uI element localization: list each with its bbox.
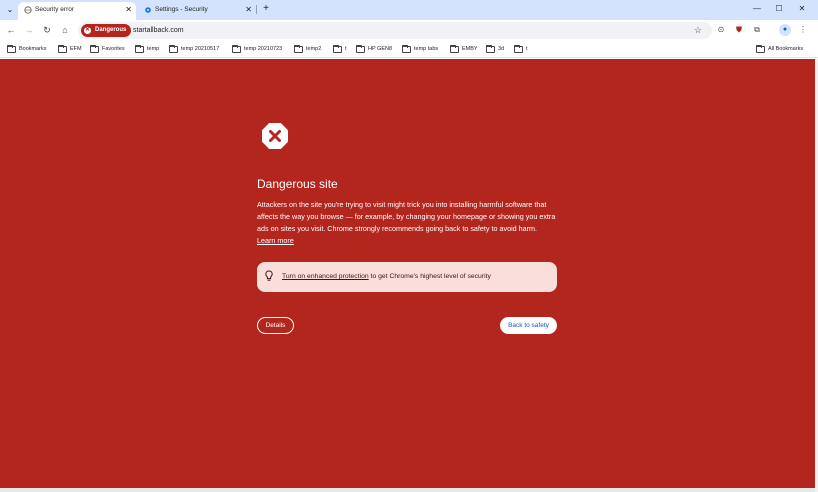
bookmark-label: Bookmarks — [19, 46, 47, 52]
all-bookmarks-folder[interactable]: All Bookmarks — [756, 44, 803, 55]
back-button[interactable]: ← — [4, 23, 18, 37]
warning-body: Attackers on the site you're trying to v… — [257, 200, 556, 233]
security-status-chip[interactable]: ✕ Dangerous — [81, 24, 132, 37]
url-text[interactable]: startallback.com — [133, 22, 184, 39]
learn-more-link[interactable]: Learn more — [257, 236, 294, 245]
home-button[interactable]: ⌂ — [58, 23, 72, 37]
folder-icon — [294, 45, 303, 53]
bookmark-folder[interactable]: temp2 — [294, 44, 321, 55]
minimize-button[interactable]: — — [750, 2, 764, 16]
bookmark-folder[interactable]: temp 20210723 — [232, 44, 282, 55]
bookmark-label: temp — [147, 46, 160, 52]
menu-button[interactable]: ⋮ — [796, 23, 810, 37]
security-status-label: Dangerous — [95, 27, 127, 33]
bookmark-folder[interactable]: t — [333, 44, 347, 55]
bookmark-folder[interactable]: temp 20210517 — [169, 44, 219, 55]
shield-icon[interactable]: ⛊ — [732, 23, 746, 37]
address-bar[interactable]: ✕ Dangerous startallback.com ☆ — [78, 22, 712, 39]
folder-icon — [486, 45, 495, 53]
bookmark-label: EFM — [70, 46, 82, 52]
window-edge-bottom — [0, 488, 815, 492]
new-tab-button[interactable]: + — [260, 2, 272, 16]
tab-settings-security[interactable]: Settings - Security ✕ — [138, 2, 256, 20]
bookmark-folder[interactable]: EMBY — [450, 44, 478, 55]
bookmark-folder[interactable]: 3d — [486, 44, 504, 55]
folder-icon — [58, 45, 67, 53]
bookmark-label: temp 20210517 — [181, 46, 220, 52]
callout-rest: to get Chrome's highest level of securit… — [368, 273, 491, 280]
folder-icon — [232, 45, 241, 53]
extensions-puzzle-icon[interactable]: ⧉ — [750, 23, 764, 37]
enhanced-protection-link[interactable]: Turn on enhanced protection — [282, 273, 369, 280]
bookmark-folder[interactable]: HP GEN8 — [356, 44, 392, 55]
danger-stop-icon — [262, 123, 288, 149]
bookmark-label: t — [526, 46, 528, 52]
folder-icon — [333, 45, 342, 53]
folder-icon — [450, 45, 459, 53]
bookmark-label: t — [345, 46, 347, 52]
folder-icon — [356, 45, 365, 53]
forward-button[interactable]: → — [22, 23, 36, 37]
bookmark-label: EMBY — [462, 46, 478, 52]
lightbulb-icon — [265, 270, 273, 281]
bookmark-folder[interactable]: temp tabs — [402, 44, 438, 55]
bookmark-label: temp2 — [306, 46, 322, 52]
bookmark-star-icon[interactable]: ☆ — [694, 22, 702, 39]
tab-security-error[interactable]: Security error ✕ — [18, 2, 136, 20]
back-to-safety-button[interactable]: Back to safety — [500, 317, 557, 334]
bookmark-label: Favorites — [102, 46, 125, 52]
tab-divider — [256, 5, 257, 14]
bookmark-folder[interactable]: temp — [135, 44, 159, 55]
bookmark-folder[interactable]: t — [514, 44, 528, 55]
extension-icon[interactable]: ⊙ — [714, 23, 728, 37]
close-tab-icon[interactable]: ✕ — [245, 2, 252, 17]
bookmark-folder[interactable]: EFM — [58, 44, 82, 55]
enhanced-protection-callout: Turn on enhanced protection to get Chrom… — [257, 262, 557, 292]
tab-title: Security error — [35, 6, 75, 13]
close-tab-icon[interactable]: ✕ — [125, 2, 132, 17]
folder-icon — [402, 45, 411, 53]
bookmark-label: 3d — [498, 46, 505, 52]
danger-icon: ✕ — [84, 27, 91, 34]
callout-text: Turn on enhanced protection to get Chrom… — [282, 262, 491, 292]
bookmark-label: HP GEN8 — [368, 46, 393, 52]
folder-icon — [514, 45, 523, 53]
profile-avatar[interactable]: ● — [779, 24, 791, 36]
folder-icon — [7, 45, 16, 53]
page-title: Dangerous site — [257, 177, 338, 191]
gear-icon — [145, 7, 151, 13]
close-window-button[interactable]: ✕ — [795, 2, 809, 16]
details-button[interactable]: Details — [257, 317, 294, 334]
folder-icon — [756, 45, 765, 53]
bookmark-label: temp tabs — [414, 46, 439, 52]
bookmark-folder[interactable]: Favorites — [90, 44, 125, 55]
maximize-button[interactable]: ☐ — [772, 2, 786, 16]
bookmark-folder[interactable]: Bookmarks — [7, 44, 47, 55]
bookmarks-bar: Bookmarks EFM Favorites temp temp 202105… — [0, 41, 818, 58]
folder-icon — [90, 45, 99, 53]
tab-strip: ⌄ Security error ✕ Settings - Security ✕… — [0, 0, 818, 20]
bookmark-label: All Bookmarks — [768, 46, 804, 52]
toolbar: ← → ↻ ⌂ ✕ Dangerous startallback.com ☆ ⊙… — [0, 20, 818, 41]
folder-icon — [169, 45, 178, 53]
folder-icon — [135, 45, 144, 53]
tab-title: Settings - Security — [155, 6, 208, 13]
bookmark-label: temp 20210723 — [244, 46, 283, 52]
tab-search-chevron-icon[interactable]: ⌄ — [4, 3, 16, 17]
globe-icon — [24, 6, 32, 14]
warning-description: Attackers on the site you're trying to v… — [257, 199, 557, 247]
reload-button[interactable]: ↻ — [40, 23, 54, 37]
